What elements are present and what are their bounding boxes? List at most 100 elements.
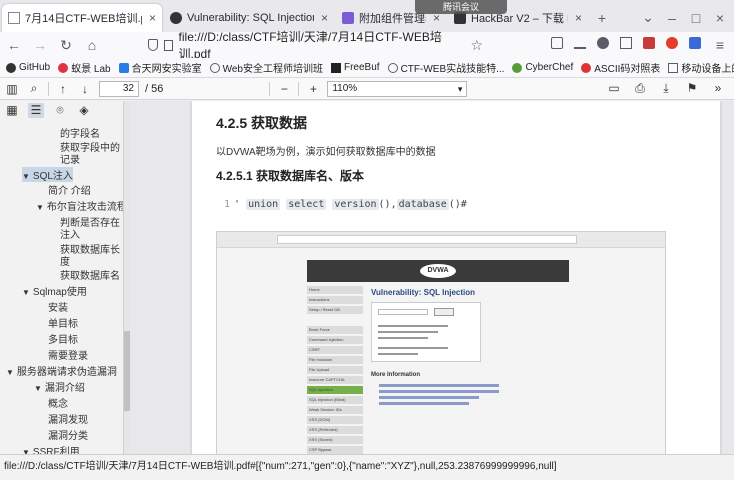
outline-item[interactable]: ▼ Sqlmap使用 — [22, 283, 87, 298]
ascii-icon — [581, 62, 592, 73]
bookmark-label: 移动设备上的书签 — [681, 64, 734, 75]
outline-item[interactable]: ▼ 布尔盲注攻击流程 — [36, 198, 123, 213]
reload-icon[interactable]: ↻ — [58, 37, 74, 54]
bookmark-cyberchef[interactable]: CyberChef — [512, 62, 573, 73]
url-text[interactable]: file:///D:/class/CTF培训/天津/7月14日CTF-WEB培训… — [179, 28, 465, 62]
embedded-browser-bar — [217, 232, 665, 248]
back-icon[interactable]: ← — [6, 37, 22, 53]
pdf-page: 4.2.5 获取数据 以DVWA靶场为例，演示如何获取数据库中的数据 4.2.5… — [192, 101, 720, 454]
expand-triangle-icon[interactable]: ▼ — [6, 368, 14, 377]
outline-item[interactable]: 单目标 — [48, 315, 78, 330]
layers-icon[interactable]: ◈ — [76, 103, 92, 118]
outline-item[interactable]: 记录 — [60, 151, 80, 166]
outline-item[interactable]: ▼ 服务器端请求伪造漏洞 — [6, 363, 117, 378]
attachments-icon[interactable]: ⌾ — [52, 103, 68, 118]
download-icon[interactable] — [574, 37, 586, 49]
tab-title: Vulnerability: SQL Injection — [187, 12, 314, 24]
zoom-in-icon[interactable]: + — [305, 82, 321, 96]
dvwa-menu-item: XSS (Stored) — [307, 436, 363, 444]
outline-icon[interactable]: ☰ — [28, 103, 44, 118]
cyberchef-icon — [512, 62, 523, 73]
pocket-icon[interactable] — [551, 37, 563, 49]
tab-list-button[interactable]: ⌄ — [640, 9, 656, 26]
bookmark-label: ASCII码对照表 — [594, 64, 661, 75]
dvwa-link — [379, 396, 479, 399]
outline-item[interactable]: ▼ SSRF利用 — [22, 443, 80, 454]
dvwa-menu-item: CSRF — [307, 346, 363, 354]
url-bar[interactable]: file:///D:/class/CTF培训/天津/7月14日CTF-WEB培训… — [140, 30, 491, 61]
bookmark-icon[interactable]: ⚑ — [684, 81, 700, 96]
extension-blue-icon[interactable] — [689, 37, 701, 49]
expand-triangle-icon[interactable]: ▼ — [34, 384, 42, 393]
dvwa-form-box — [371, 302, 481, 362]
close-icon[interactable]: × — [575, 11, 582, 25]
outline-item[interactable]: ▼ SQL注入 — [22, 167, 73, 182]
bookmark-yijing[interactable]: 蚁景 Lab — [58, 60, 111, 75]
forward-icon[interactable]: → — [32, 37, 48, 53]
shield-icon[interactable] — [148, 39, 158, 51]
bookmark-star-icon[interactable]: ☆ — [470, 37, 483, 54]
outline-item[interactable]: 安装 — [48, 299, 68, 314]
tab-pdf[interactable]: 7月14日CTF-WEB培训.pdf × — [2, 4, 162, 32]
zoom-out-icon[interactable]: − — [276, 82, 292, 96]
outline-item[interactable]: 漏洞分类 — [48, 427, 88, 442]
home-icon[interactable]: ⌂ — [84, 37, 100, 53]
outline-item-label: 简介 介绍 — [48, 186, 91, 197]
expand-triangle-icon[interactable]: ▼ — [36, 203, 44, 212]
print-icon[interactable]: ⎙ — [632, 81, 648, 96]
dvwa-menu-item: CSP Bypass — [307, 446, 363, 454]
bookmark-web-security[interactable]: Web安全工程师培训班 — [209, 60, 323, 75]
outline-item[interactable]: 注入 — [60, 226, 80, 241]
outline-item[interactable]: 概念 — [48, 395, 68, 410]
extension-icon[interactable] — [643, 37, 655, 49]
outline-item[interactable]: 多目标 — [48, 331, 78, 346]
menu-icon[interactable]: ≡ — [712, 37, 728, 53]
section-heading: 4.2.5 获取数据 — [216, 115, 308, 131]
tools-icon[interactable]: » — [710, 81, 726, 96]
screenshot-icon[interactable] — [620, 37, 632, 49]
outline-item[interactable]: 度 — [60, 253, 70, 268]
outline-item[interactable]: 获取数据库名 — [60, 267, 120, 282]
outline-item[interactable]: ▼ 漏洞介绍 — [34, 379, 85, 394]
bookmark-mobile[interactable]: 移动设备上的书签 — [668, 60, 734, 75]
minimize-button[interactable]: – — [664, 10, 680, 26]
maximize-button[interactable]: □ — [688, 10, 704, 26]
addon-red-icon[interactable] — [666, 37, 678, 49]
bookmark-label: FreeBuf — [343, 62, 380, 73]
next-page-icon[interactable]: ↓ — [77, 82, 93, 96]
expand-triangle-icon[interactable]: ▼ — [22, 172, 30, 181]
dvwa-menu-item: File Inclusion — [307, 356, 363, 364]
find-icon[interactable]: ⌕ — [26, 81, 42, 96]
close-icon[interactable]: × — [321, 11, 328, 25]
bookmark-ctf-web[interactable]: CTF-WEB实战技能特... — [387, 60, 504, 75]
outline-item[interactable]: 简介 介绍 — [48, 182, 91, 197]
pdf-viewer[interactable]: 4.2.5 获取数据 以DVWA靶场为例，演示如何获取数据库中的数据 4.2.5… — [130, 101, 734, 454]
outline-item[interactable]: 需要登录 — [48, 347, 88, 362]
page-number-input[interactable]: 32 — [99, 80, 139, 97]
sidebar-toggle-icon[interactable]: ▥ — [4, 82, 20, 96]
meeting-overlay[interactable]: 腾讯会议 — [415, 0, 507, 14]
bookmark-label: GitHub — [19, 62, 51, 73]
close-icon[interactable]: × — [149, 11, 156, 25]
outline-item[interactable]: 漏洞发现 — [48, 411, 88, 426]
bookmark-ascii[interactable]: ASCII码对照表 — [581, 60, 660, 75]
bookmark-label: CyberChef — [525, 62, 574, 73]
bookmark-freebuf[interactable]: FreeBuf — [330, 62, 380, 73]
dvwa-logo: DVWA — [420, 264, 456, 278]
thumbnails-icon[interactable]: ▦ — [4, 103, 20, 118]
outline-item[interactable]: 的字段名 — [60, 125, 100, 140]
new-tab-button[interactable]: + — [594, 10, 610, 26]
dvwa-menu-item: SQL Injection (Blind) — [307, 396, 363, 404]
window-close-button[interactable]: × — [712, 10, 728, 26]
pdf-icon — [8, 12, 20, 24]
tab-title: 7月14日CTF-WEB培训.pdf — [25, 13, 142, 25]
presentation-icon[interactable]: ▭ — [606, 81, 622, 96]
expand-triangle-icon[interactable]: ▼ — [22, 288, 30, 297]
previous-page-icon[interactable]: ↑ — [55, 82, 71, 96]
zoom-select[interactable]: 110% — [327, 80, 468, 97]
dvwa-menu-item: Instructions — [307, 296, 363, 304]
bookmark-github[interactable]: GitHub — [6, 62, 50, 73]
account-icon[interactable] — [597, 37, 609, 49]
bookmark-hetian[interactable]: 合天网安实验室 — [118, 60, 202, 75]
save-icon[interactable]: ⤓ — [658, 81, 674, 96]
